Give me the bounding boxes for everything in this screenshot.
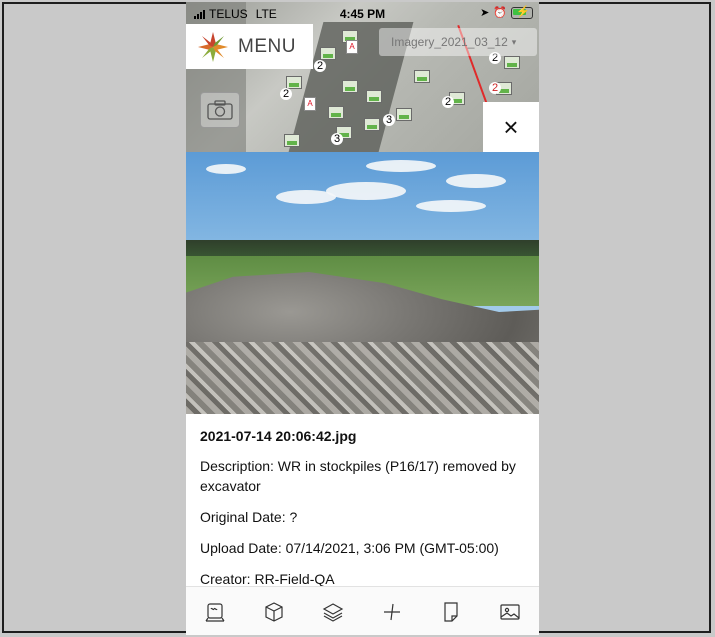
location-arrow-icon: ➤ [480, 7, 490, 19]
photo-preview[interactable] [186, 152, 539, 414]
close-icon: × [503, 111, 519, 142]
chevron-down-icon: ▾ [511, 36, 517, 47]
photo-original-date: Original Date: ? [200, 509, 298, 525]
cluster-count[interactable]: 2 [489, 82, 502, 94]
status-bar: TELUS LTE 4:45 PM ➤ ⏰ ⚡ [186, 2, 539, 24]
layers-button[interactable] [318, 597, 348, 627]
bottom-toolbar [186, 586, 539, 635]
app-logo-icon [196, 30, 230, 64]
camera-button[interactable] [200, 92, 240, 128]
document-icon [444, 601, 458, 622]
camera-icon [207, 100, 233, 120]
cluster-count[interactable]: 2 [314, 60, 327, 72]
photo-marker[interactable] [342, 80, 358, 93]
survey-tool-button[interactable] [200, 597, 230, 627]
cluster-count[interactable]: 2 [442, 96, 455, 108]
photo-filename: 2021-07-14 20:06:42.jpg [200, 428, 357, 444]
cluster-count[interactable]: 3 [383, 114, 396, 126]
phone-screen: A 2 2 A 3 3 2 2 2 TELUS LTE 4:45 PM ➤ ⏰ [186, 2, 539, 635]
photo-description: Description: WR in stockpiles (P16/17) r… [200, 458, 516, 494]
images-button[interactable] [495, 597, 525, 627]
menu-button[interactable]: MENU [186, 24, 313, 69]
cluster-count[interactable]: 3 [331, 133, 344, 145]
cube-icon [265, 601, 283, 622]
imagery-layer-value: Imagery_2021_03_12 [391, 35, 508, 49]
cluster-count[interactable]: 2 [280, 88, 293, 100]
photo-marker[interactable] [504, 56, 520, 69]
photo-details: 2021-07-14 20:06:42.jpg Description: WR … [200, 428, 530, 600]
measure-icon [383, 603, 400, 620]
battery-icon: ⚡ [511, 6, 533, 19]
photo-marker[interactable] [364, 118, 380, 131]
photo-marker[interactable] [366, 90, 382, 103]
pdf-marker[interactable]: A [346, 40, 358, 54]
measure-button[interactable] [377, 597, 407, 627]
photo-marker[interactable] [320, 47, 336, 60]
alarm-icon: ⏰ [493, 7, 507, 19]
menu-label: MENU [238, 35, 296, 57]
image-icon [499, 603, 520, 620]
close-button[interactable]: × [483, 102, 539, 152]
pdf-marker[interactable]: A [304, 97, 316, 111]
photo-marker[interactable] [396, 108, 412, 121]
photo-marker[interactable] [414, 70, 430, 83]
3d-view-button[interactable] [259, 597, 289, 627]
photo-marker[interactable] [328, 106, 344, 119]
photo-upload-date: Upload Date: 07/14/2021, 3:06 PM (GMT-05… [200, 540, 499, 556]
imagery-layer-select[interactable]: Imagery_2021_03_12 ▾ [379, 28, 537, 56]
photo-marker[interactable] [284, 134, 300, 147]
layers-icon [322, 602, 344, 622]
survey-icon [205, 602, 225, 622]
documents-button[interactable] [436, 597, 466, 627]
